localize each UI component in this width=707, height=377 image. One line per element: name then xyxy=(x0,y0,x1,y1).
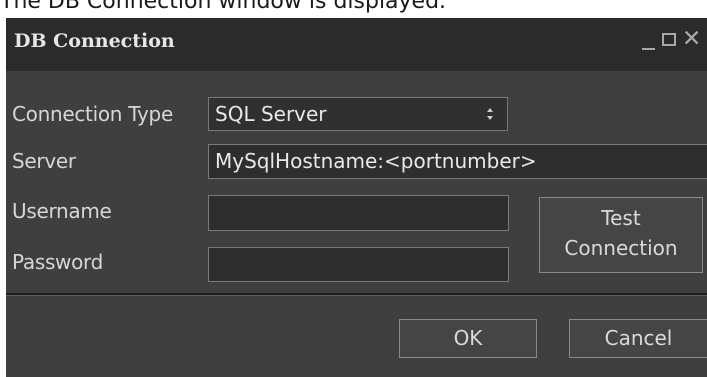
test-connection-label-line1: Test xyxy=(601,206,641,230)
username-input[interactable] xyxy=(208,195,509,231)
close-button[interactable]: ✕ xyxy=(682,27,701,51)
server-label: Server xyxy=(12,149,76,173)
window-title: DB Connection xyxy=(14,30,175,52)
password-input[interactable] xyxy=(208,247,509,282)
server-value: MySqlHostname:<portnumber> xyxy=(215,149,537,173)
ok-button[interactable]: OK xyxy=(399,319,537,358)
connection-type-value: SQL Server xyxy=(215,102,327,126)
close-icon: ✕ xyxy=(682,26,702,52)
connection-type-select[interactable]: SQL Server xyxy=(208,97,508,131)
connection-type-label: Connection Type xyxy=(12,102,173,126)
minimize-icon xyxy=(642,48,655,50)
username-label: Username xyxy=(12,199,112,223)
password-label: Password xyxy=(12,250,104,274)
maximize-button[interactable] xyxy=(662,33,676,46)
title-bar: DB Connection ✕ xyxy=(6,18,707,71)
caption: The DB Connection window is displayed. xyxy=(0,0,447,14)
test-connection-label-line2: Connection xyxy=(564,236,678,260)
cancel-button[interactable]: Cancel xyxy=(569,319,707,358)
db-connection-window: DB Connection ✕ Connection Type SQL Serv… xyxy=(6,18,707,377)
test-connection-button[interactable]: Test Connection xyxy=(539,197,703,273)
updown-arrows-icon xyxy=(486,106,494,122)
server-input[interactable]: MySqlHostname:<portnumber> xyxy=(208,144,707,179)
divider xyxy=(6,293,707,296)
